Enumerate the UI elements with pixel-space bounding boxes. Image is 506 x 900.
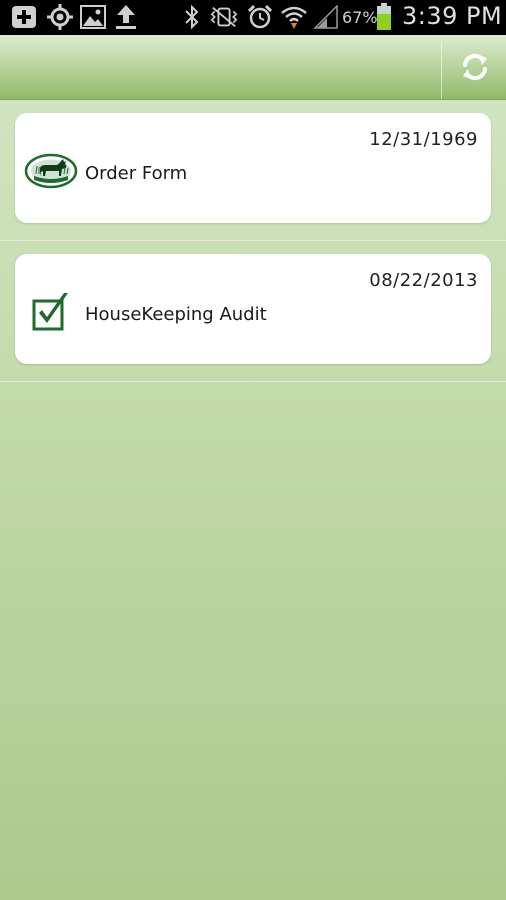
bull-logo-icon (23, 151, 79, 191)
checkbox-checked-icon (23, 292, 79, 332)
mute-icon (210, 4, 238, 30)
form-card-housekeeping-audit[interactable]: 08/22/2013 HouseKeeping Audit (15, 254, 491, 364)
refresh-button[interactable] (443, 35, 506, 99)
alarm-icon (246, 4, 274, 30)
wifi-icon (280, 4, 308, 30)
forms-list: 12/31/1969 Order Form 08/22/2013 HouseKe… (0, 100, 506, 382)
form-card-order-form[interactable]: 12/31/1969 Order Form (15, 113, 491, 223)
action-divider (441, 43, 442, 99)
upload-icon (112, 4, 140, 30)
bluetooth-icon (178, 4, 206, 30)
form-date: 08/22/2013 (369, 270, 478, 291)
status-bar: 67% 3:39 PM (0, 0, 506, 35)
list-item: 08/22/2013 HouseKeeping Audit (0, 241, 506, 382)
signal-icon (312, 4, 340, 30)
form-date: 12/31/1969 (369, 129, 478, 150)
list-item: 12/31/1969 Order Form (0, 100, 506, 241)
add-icon (10, 4, 38, 30)
battery-icon (374, 3, 394, 30)
form-title: Order Form (85, 163, 188, 184)
clock: 3:39 PM (402, 2, 503, 30)
form-title: HouseKeeping Audit (85, 304, 267, 325)
gps-icon (46, 4, 74, 30)
gallery-icon (79, 4, 107, 30)
action-bar (0, 35, 506, 100)
refresh-icon (462, 53, 487, 81)
battery-percent: 67% (342, 8, 378, 27)
